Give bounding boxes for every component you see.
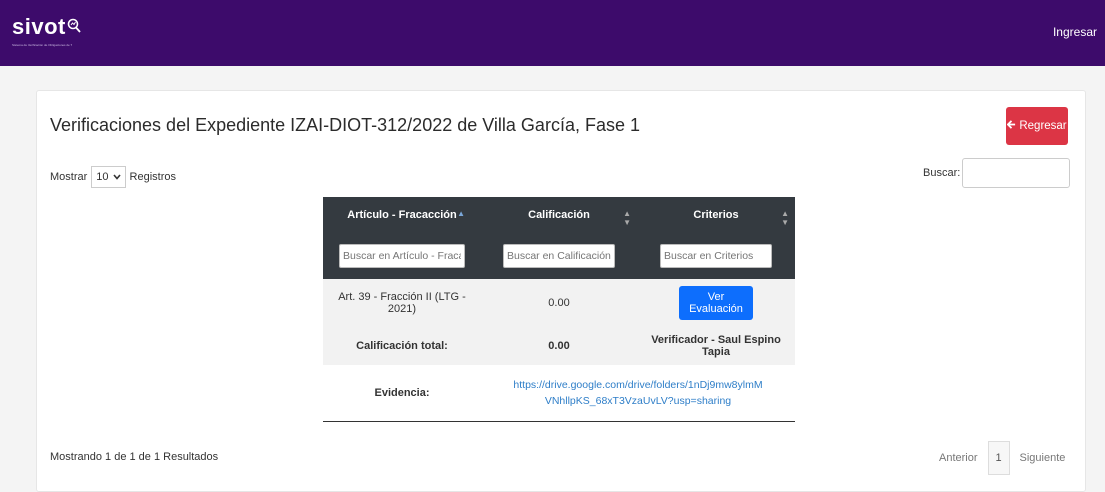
sort-icon: ▲ ▼ <box>623 209 631 227</box>
table-row: Art. 39 - Fracción II (LTG - 2021) 0.00 … <box>323 279 795 327</box>
records-label: Registros <box>129 171 176 183</box>
cell-criterios: Ver Evaluación <box>637 279 795 327</box>
total-value: 0.00 <box>481 327 637 365</box>
logo[interactable]: sivot <box>12 14 81 40</box>
records-per-page-value: 10 <box>96 171 109 183</box>
evidence-cell: https://drive.google.com/drive/folders/1… <box>481 365 795 422</box>
pagination: Anterior 1 Siguiente <box>935 441 1069 475</box>
column-header-criterios[interactable]: Criterios ▲ ▼ <box>637 197 795 233</box>
sort-icon: ▲ ▼ <box>781 209 789 227</box>
column-header-label: Calificación <box>528 209 590 221</box>
ver-evaluacion-button[interactable]: Ver Evaluación <box>679 286 753 320</box>
total-label: Calificación total: <box>323 327 481 365</box>
previous-page-button[interactable]: Anterior <box>935 452 982 464</box>
magnifier-icon <box>67 14 81 40</box>
filter-cell <box>637 233 795 279</box>
search-label: Buscar: <box>923 167 961 179</box>
page-1-button[interactable]: 1 <box>987 441 1010 475</box>
column-header-label: Artículo - Fracacción <box>347 209 457 221</box>
filter-cell <box>481 233 637 279</box>
login-link[interactable]: Ingresar <box>1053 25 1097 39</box>
evidence-label: Evidencia: <box>323 365 481 422</box>
verifications-table: Artículo - Fracacción ▲ Calificación ▲ ▼ … <box>323 197 795 422</box>
evidence-link[interactable]: https://drive.google.com/drive/folders/1… <box>513 377 763 409</box>
sort-ascending-icon: ▲ <box>457 209 465 218</box>
total-row: Calificación total: 0.00 Verificador - S… <box>323 327 795 365</box>
next-page-button[interactable]: Siguiente <box>1016 452 1070 464</box>
length-control: Mostrar 10 Registros <box>50 166 176 188</box>
search-input[interactable] <box>962 158 1071 188</box>
logo-subtitle: Sistema de Verificación de Obligaciones … <box>12 44 72 47</box>
page-title: Verificaciones del Expediente IZAI-DIOT-… <box>50 115 640 135</box>
filter-cell <box>323 233 481 279</box>
top-navbar: sivot Sistema de Verificación de Obligac… <box>0 0 1105 66</box>
cell-calificacion: 0.00 <box>481 279 637 327</box>
global-search: Buscar: <box>923 158 1071 188</box>
evidence-row: Evidencia: https://drive.google.com/driv… <box>323 365 795 422</box>
arrow-left-icon <box>1006 120 1016 132</box>
filter-articulo-input[interactable] <box>339 244 465 268</box>
main-card: Verificaciones del Expediente IZAI-DIOT-… <box>36 90 1086 492</box>
verifier-name: Verificador - Saul Espino Tapia <box>637 327 795 365</box>
column-header-articulo[interactable]: Artículo - Fracacción ▲ <box>323 197 481 233</box>
filter-criterios-input[interactable] <box>660 244 772 268</box>
records-per-page-select[interactable]: 10 <box>91 166 126 188</box>
results-info: Mostrando 1 de 1 de 1 Resultados <box>50 451 219 463</box>
back-button-label: Regresar <box>1019 120 1067 132</box>
cell-articulo: Art. 39 - Fracción II (LTG - 2021) <box>323 279 481 327</box>
column-header-calificacion[interactable]: Calificación ▲ ▼ <box>481 197 637 233</box>
filter-calificacion-input[interactable] <box>503 244 615 268</box>
column-header-label: Criterios <box>693 209 739 221</box>
logo-text: sivot <box>12 14 66 39</box>
show-label: Mostrar <box>50 171 88 183</box>
back-button[interactable]: Regresar <box>1006 107 1068 145</box>
chevron-down-icon <box>112 171 121 183</box>
